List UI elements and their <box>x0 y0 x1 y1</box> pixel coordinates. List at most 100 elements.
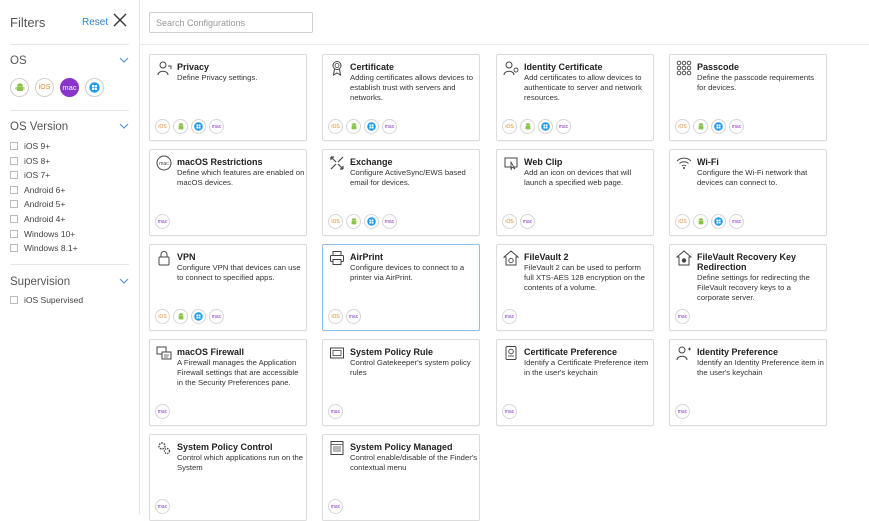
card-description: Configure the Wi-Fi network that devices… <box>697 168 808 187</box>
mac-badge: mac <box>675 404 690 419</box>
android-icon <box>178 122 183 129</box>
mac-badge-label: mac <box>157 503 168 510</box>
os-version-option[interactable]: Android 4+ <box>10 214 65 224</box>
os-version-option[interactable]: Windows 8.1+ <box>10 243 78 253</box>
platform-badges: mac <box>502 404 517 419</box>
mac-badge: mac <box>346 309 361 324</box>
card-description: Add an icon on devices that will launch … <box>524 168 632 187</box>
configuration-card[interactable]: AirPrint Configure devices to connect to … <box>322 244 480 331</box>
ios-filter[interactable]: iOS <box>35 78 54 97</box>
reset-button[interactable]: Reset <box>82 17 108 28</box>
card-description: Identify an Identity Preference item in … <box>697 358 824 377</box>
configuration-card[interactable]: Web Clip Add an icon on devices that will… <box>496 149 654 236</box>
ios-badge: iOS <box>502 214 517 229</box>
android-icon <box>351 217 356 224</box>
mac-badge-label: mac <box>384 123 395 130</box>
windows-icon <box>367 217 376 226</box>
chevron-down-icon[interactable] <box>119 123 129 130</box>
chevron-down-icon[interactable] <box>119 278 129 285</box>
windows-filter[interactable] <box>85 78 104 97</box>
platform-badges: iOS mac <box>502 214 535 229</box>
configuration-card[interactable]: Certificate Preference Identify a Certifi… <box>496 339 654 426</box>
printer-icon <box>330 251 344 265</box>
android-icon <box>698 122 703 129</box>
restrictions-icon: mac <box>156 155 172 171</box>
checkbox[interactable] <box>10 215 18 223</box>
os-version-option[interactable]: Android 6+ <box>10 185 65 195</box>
filevault-icon <box>503 250 519 266</box>
configuration-card[interactable]: macOS Firewall A Firewall manages the App… <box>149 339 307 426</box>
card-title: System Policy Managed <box>350 442 453 452</box>
privacy-icon <box>157 61 172 76</box>
web-clip-icon <box>504 157 518 171</box>
windows-icon <box>367 122 376 131</box>
mac-badge-label: mac <box>677 313 688 320</box>
checkbox[interactable] <box>10 244 18 253</box>
card-title: Identity Certificate <box>524 62 603 72</box>
checkbox[interactable] <box>10 142 18 150</box>
platform-badges: iOS mac <box>328 119 397 134</box>
configuration-card[interactable]: VPN Configure VPN that devices can use to… <box>149 244 307 331</box>
os-version-option[interactable]: Android 5+ <box>10 199 65 209</box>
filters-title: Filters <box>10 15 46 30</box>
card-title: Passcode <box>697 62 740 72</box>
checkbox[interactable] <box>10 296 18 304</box>
mac-filter[interactable]: mac <box>60 78 79 97</box>
configuration-card[interactable]: Wi-Fi Configure the Wi-Fi network that de… <box>669 149 827 236</box>
search-input[interactable] <box>149 12 313 33</box>
checkbox[interactable] <box>10 156 18 165</box>
os-version-option[interactable]: iOS 7+ <box>10 170 50 180</box>
card-description: Adding certificates allows devices to es… <box>350 73 474 102</box>
configuration-card[interactable]: mac macOS Restrictions Define which featur… <box>149 149 307 236</box>
mac-badge-label: mac <box>211 123 222 130</box>
checkbox[interactable] <box>10 171 18 180</box>
platform-badges: iOS mac <box>675 214 744 229</box>
checkbox-label: iOS 8+ <box>24 155 51 166</box>
configuration-card[interactable]: System Policy Rule Control Gatekeeper's s… <box>322 339 480 426</box>
supervision-title: Supervision <box>10 276 71 288</box>
configuration-card[interactable]: FileVault Recovery Key Redirection Define… <box>669 244 827 331</box>
configuration-card[interactable]: FileVault 2 FileVault 2 can be used to pe… <box>496 244 654 331</box>
android-filter[interactable] <box>10 78 29 97</box>
checkbox-label: Windows 8.1+ <box>24 243 78 254</box>
configuration-card[interactable]: System Policy Control Control which appli… <box>149 434 307 521</box>
policy-managed-icon <box>330 441 344 455</box>
checkbox[interactable] <box>10 200 18 209</box>
mac-badge-label: mac <box>731 218 742 225</box>
card-title: Certificate Preference <box>524 347 618 357</box>
exchange-icon <box>330 156 344 170</box>
checkbox-label: Android 4+ <box>24 214 66 224</box>
supervision-option[interactable]: iOS Supervised <box>10 295 83 305</box>
configuration-card[interactable]: Certificate Adding certificates allows de… <box>322 54 480 141</box>
platform-badges: mac <box>155 214 170 229</box>
card-title: macOS Firewall <box>177 347 245 357</box>
card-title: FileVault 2 <box>524 252 569 262</box>
card-title: FileVault Recovery Key Redirection <box>697 252 797 272</box>
configuration-card[interactable]: Identity Preference Identify an Identity … <box>669 339 827 426</box>
chevron-down-icon[interactable] <box>119 57 129 64</box>
configuration-card[interactable]: System Policy Managed Control enable/disa… <box>322 434 480 521</box>
card-description: A Firewall manages the Application Firew… <box>177 358 299 387</box>
checkbox[interactable] <box>10 185 18 194</box>
configuration-card[interactable]: Privacy Define Privacy settings. iOS mac <box>149 54 307 141</box>
divider <box>10 264 129 265</box>
card-title: Privacy <box>177 62 210 72</box>
mac-badge-label: mac <box>330 408 341 415</box>
mac-badge: mac <box>729 119 744 134</box>
windows-badge <box>191 309 206 324</box>
ios-badge: iOS <box>155 309 170 324</box>
configuration-card[interactable]: Exchange Configure ActiveSync/EWS based e… <box>322 149 480 236</box>
close-icon[interactable] <box>113 13 127 27</box>
mac-badge-label: mac <box>731 123 742 130</box>
windows-badge <box>191 119 206 134</box>
os-version-option[interactable]: iOS 8+ <box>10 156 50 166</box>
card-description: Define which features are enabled on mac… <box>177 168 305 187</box>
os-version-option[interactable]: iOS 9+ <box>10 141 50 151</box>
mac-badge: mac <box>382 214 397 229</box>
card-title: Identity Preference <box>697 347 779 357</box>
configuration-card[interactable]: Passcode Define the passcode requirements… <box>669 54 827 141</box>
os-version-option[interactable]: Windows 10+ <box>10 229 75 239</box>
configuration-card[interactable]: Identity Certificate Add certificates to … <box>496 54 654 141</box>
platform-badges: iOS mac <box>155 119 224 134</box>
checkbox[interactable] <box>10 229 18 238</box>
